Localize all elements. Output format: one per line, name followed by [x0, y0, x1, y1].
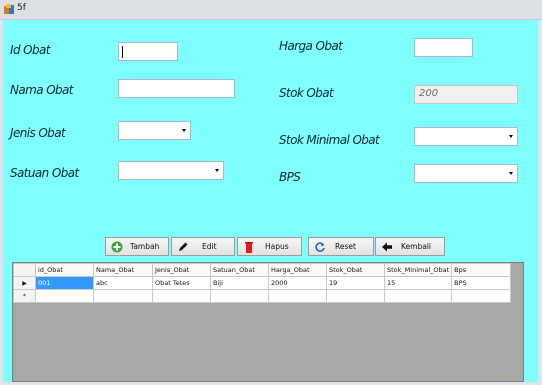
table-cell[interactable]: [210, 289, 269, 303]
form-client-area: Id Obat Nama Obat Jenis Obat Satuan Obat…: [3, 20, 538, 382]
kembali-label: Kembali: [401, 242, 431, 251]
stok-minimal-obat-select[interactable]: [414, 127, 518, 146]
id-obat-input[interactable]: [118, 42, 178, 61]
table-row[interactable]: ▶ 001 abc Obat Tetes Biji 2000 19 15 BPS: [13, 276, 512, 290]
harga-obat-input[interactable]: [414, 38, 473, 57]
column-header[interactable]: Stok_Minimal_Obat: [383, 263, 453, 277]
tambah-label: Tambah: [130, 242, 160, 251]
refresh-icon: [315, 242, 325, 252]
table-cell[interactable]: [326, 289, 385, 303]
label-stok-minimal-obat: Stok Minimal Obat: [279, 133, 380, 147]
table-cell[interactable]: 001: [35, 276, 94, 290]
data-grid[interactable]: id_Obat Nama_Obat Jenis_Obat Satuan_Obat…: [12, 262, 524, 382]
app-window: 5f Id Obat Nama Obat Jenis Obat Satuan O…: [0, 0, 542, 385]
table-cell[interactable]: Obat Tetes: [152, 276, 211, 290]
hapus-button[interactable]: Hapus: [237, 237, 302, 256]
app-icon: [4, 4, 14, 14]
table-cell[interactable]: [383, 289, 453, 303]
column-header[interactable]: Bps: [451, 263, 512, 277]
dropdown-arrow-icon: [509, 135, 513, 138]
dropdown-arrow-icon: [182, 129, 186, 132]
dropdown-arrow-icon: [509, 172, 513, 175]
label-harga-obat: Harga Obat: [279, 39, 343, 53]
add-icon: [111, 241, 123, 253]
stok-obat-input: 200: [414, 85, 518, 104]
column-header[interactable]: Stok_Obat: [326, 263, 385, 277]
hapus-label: Hapus: [265, 242, 289, 251]
jenis-obat-select[interactable]: [118, 121, 191, 140]
grid-table: id_Obat Nama_Obat Jenis_Obat Satuan_Obat…: [13, 263, 512, 303]
grid-header-row: id_Obat Nama_Obat Jenis_Obat Satuan_Obat…: [13, 263, 512, 277]
table-cell[interactable]: 19: [326, 276, 385, 290]
bps-select[interactable]: [414, 164, 518, 183]
delete-icon: [245, 242, 253, 253]
table-cell[interactable]: [152, 289, 211, 303]
column-header[interactable]: Satuan_Obat: [210, 263, 269, 277]
new-table-row[interactable]: *: [13, 289, 512, 303]
table-cell[interactable]: [451, 289, 512, 303]
nama-obat-input[interactable]: [118, 79, 235, 98]
pencil-icon: [179, 242, 188, 251]
reset-button[interactable]: Reset: [308, 237, 374, 256]
label-stok-obat: Stok Obat: [279, 86, 334, 100]
new-row-marker-icon: *: [13, 289, 36, 303]
table-cell[interactable]: BPS: [451, 276, 512, 290]
column-header[interactable]: id_Obat: [35, 263, 94, 277]
window-title: 5f: [17, 3, 26, 13]
column-header[interactable]: Harga_Obat: [268, 263, 327, 277]
dropdown-arrow-icon: [215, 169, 219, 172]
current-row-marker-icon: ▶: [13, 276, 36, 290]
label-nama-obat: Nama Obat: [10, 83, 74, 97]
table-cell[interactable]: [35, 289, 94, 303]
stok-obat-value: 200: [419, 88, 439, 99]
table-cell[interactable]: 2000: [268, 276, 327, 290]
table-cell[interactable]: 15: [383, 276, 453, 290]
label-satuan-obat: Satuan Obat: [10, 166, 79, 180]
tambah-button[interactable]: Tambah: [105, 237, 169, 256]
column-header[interactable]: Nama_Obat: [93, 263, 153, 277]
table-cell[interactable]: [268, 289, 327, 303]
edit-label: Edit: [202, 242, 217, 251]
kembali-button[interactable]: Kembali: [375, 237, 445, 256]
table-cell[interactable]: Biji: [210, 276, 269, 290]
label-bps: BPS: [279, 170, 301, 184]
title-bar: 5f: [0, 0, 542, 20]
grid-corner-header: [13, 263, 36, 277]
table-cell[interactable]: abc: [93, 276, 153, 290]
text-caret: [122, 46, 123, 58]
table-cell[interactable]: [93, 289, 153, 303]
edit-button[interactable]: Edit: [171, 237, 235, 256]
back-arrow-icon: [382, 242, 392, 252]
label-id-obat: Id Obat: [10, 43, 51, 57]
column-header[interactable]: Jenis_Obat: [152, 263, 211, 277]
reset-label: Reset: [335, 242, 356, 251]
satuan-obat-select[interactable]: [118, 161, 224, 180]
label-jenis-obat: Jenis Obat: [10, 126, 66, 140]
